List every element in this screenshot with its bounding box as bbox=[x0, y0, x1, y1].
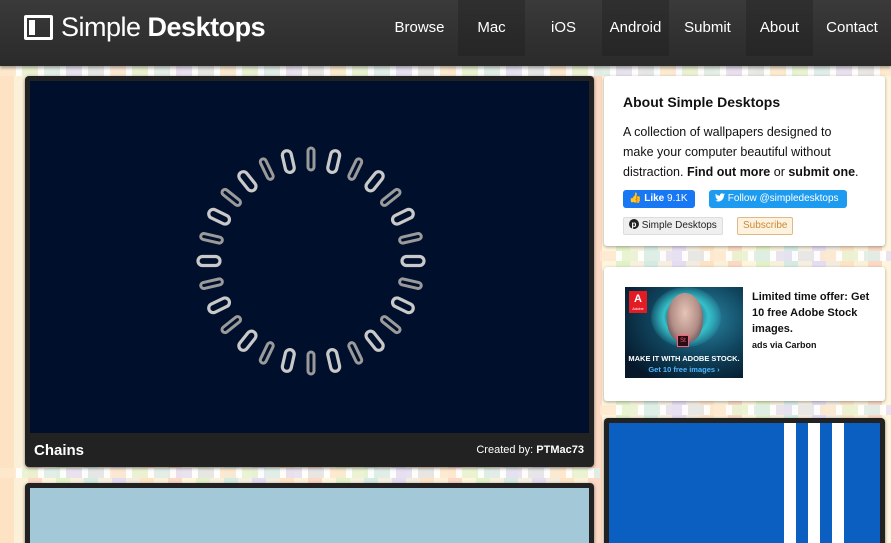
wallpaper-thumbnail[interactable] bbox=[30, 81, 589, 433]
main-nav: Browse Mac iOS Android Submit About Cont… bbox=[381, 0, 891, 56]
chain-link bbox=[199, 277, 224, 290]
chain-link bbox=[364, 329, 385, 352]
chain-link bbox=[398, 277, 423, 290]
about-text: A collection of wallpapers designed to m… bbox=[623, 122, 863, 182]
about-card: About Simple Desktops A collection of wa… bbox=[604, 76, 885, 246]
pinterest-follow-button[interactable]: p Simple Desktops bbox=[623, 217, 723, 235]
chain-link bbox=[379, 315, 402, 335]
nav-about[interactable]: About bbox=[746, 0, 813, 56]
stripe-band bbox=[0, 66, 891, 76]
stripe-band bbox=[0, 468, 600, 478]
nav-contact[interactable]: Contact bbox=[813, 0, 891, 56]
ad-image-headline: MAKE IT WITH ADOBE STOCK. bbox=[628, 354, 740, 363]
nav-ios[interactable]: iOS bbox=[525, 0, 602, 56]
stripe-band bbox=[600, 251, 891, 261]
find-out-more-link[interactable]: Find out more bbox=[687, 165, 770, 179]
wallpaper-post: Chains Created by: PTMac73 bbox=[25, 76, 594, 467]
credit-author[interactable]: PTMac73 bbox=[536, 444, 584, 456]
nav-submit[interactable]: Submit bbox=[669, 0, 746, 56]
chain-link bbox=[390, 207, 415, 226]
logo-icon bbox=[24, 14, 53, 40]
chain-link bbox=[398, 232, 423, 245]
chain-link bbox=[306, 146, 316, 172]
chain-link bbox=[258, 341, 275, 365]
white-stripe bbox=[832, 423, 844, 543]
chain-link bbox=[347, 157, 364, 181]
logo-text-light: Simple bbox=[61, 11, 141, 42]
chain-link bbox=[280, 149, 296, 174]
ad-image-cta: Get 10 free images › bbox=[648, 365, 720, 374]
chain-link bbox=[207, 207, 232, 226]
adobe-logo: A Adobe bbox=[629, 291, 647, 313]
wallpaper-thumbnail[interactable] bbox=[609, 423, 880, 543]
chain-link bbox=[347, 341, 364, 365]
chain-link bbox=[237, 170, 258, 193]
chain-link bbox=[207, 296, 232, 315]
about-text-or: or bbox=[773, 165, 785, 179]
about-text-period: . bbox=[855, 165, 859, 179]
pinterest-label: Simple Desktops bbox=[641, 220, 717, 231]
chain-link bbox=[196, 254, 222, 268]
chain-link bbox=[390, 296, 415, 315]
submit-one-link[interactable]: submit one bbox=[788, 165, 855, 179]
chain-link bbox=[220, 187, 243, 207]
nav-browse[interactable]: Browse bbox=[381, 0, 458, 56]
thumbs-up-icon: 👍 bbox=[629, 193, 642, 204]
nav-android[interactable]: Android bbox=[602, 0, 669, 56]
white-stripe bbox=[808, 423, 820, 543]
stripe-band bbox=[600, 405, 891, 415]
pinterest-icon: p bbox=[629, 219, 639, 229]
ads-via-carbon-link[interactable]: ads via Carbon bbox=[752, 340, 817, 350]
logo-text-bold: Desktops bbox=[147, 11, 266, 42]
post-title[interactable]: Chains bbox=[34, 442, 84, 459]
chain-link bbox=[379, 187, 402, 207]
post-credit: Created by: PTMac73 bbox=[476, 444, 584, 456]
chain-link bbox=[364, 170, 385, 193]
svg-text:p: p bbox=[632, 220, 637, 229]
subscribe-button[interactable]: Subscribe bbox=[737, 217, 794, 235]
ad-text-link[interactable]: Limited time offer: Get 10 free Adobe St… bbox=[752, 289, 872, 337]
chain-link bbox=[258, 157, 275, 181]
adobe-logo-letter: A bbox=[634, 293, 642, 305]
credit-prefix: Created by: bbox=[476, 444, 534, 456]
site-header: Simple Desktops Browse Mac iOS Android S… bbox=[0, 0, 891, 66]
adobe-stock-icon: St bbox=[677, 335, 689, 347]
chain-link bbox=[326, 149, 342, 174]
chain-link bbox=[400, 254, 426, 268]
wallpaper-post bbox=[604, 418, 885, 543]
logo-text: Simple Desktops bbox=[61, 11, 266, 43]
facebook-like-button[interactable]: 👍 Like 9.1K bbox=[623, 190, 695, 208]
chain-ring-illustration bbox=[196, 146, 426, 376]
wallpaper-post bbox=[25, 483, 594, 543]
twitter-follow-button[interactable]: Follow @simpledesktops bbox=[709, 190, 847, 208]
like-label: Like bbox=[644, 193, 665, 204]
chain-link bbox=[306, 350, 316, 376]
carbon-ad-card: A Adobe St MAKE IT WITH ADOBE STOCK. Get … bbox=[604, 267, 885, 401]
chain-link bbox=[237, 329, 258, 352]
white-stripe bbox=[784, 423, 796, 543]
ad-image[interactable]: A Adobe St MAKE IT WITH ADOBE STOCK. Get … bbox=[625, 287, 743, 378]
chain-link bbox=[326, 348, 342, 373]
like-count: 9.1K bbox=[667, 193, 688, 204]
chain-link bbox=[199, 232, 224, 245]
about-title: About Simple Desktops bbox=[623, 94, 781, 110]
chain-link bbox=[220, 315, 243, 335]
chain-link bbox=[280, 348, 296, 373]
twitter-bird-icon bbox=[715, 193, 725, 202]
post-caption-bar: Chains Created by: PTMac73 bbox=[25, 433, 594, 467]
wallpaper-thumbnail[interactable] bbox=[30, 488, 589, 543]
adobe-logo-word: Adobe bbox=[632, 306, 644, 311]
follow-label: Follow @simpledesktops bbox=[727, 193, 839, 204]
nav-mac[interactable]: Mac bbox=[458, 0, 525, 56]
site-logo[interactable]: Simple Desktops bbox=[24, 11, 266, 43]
